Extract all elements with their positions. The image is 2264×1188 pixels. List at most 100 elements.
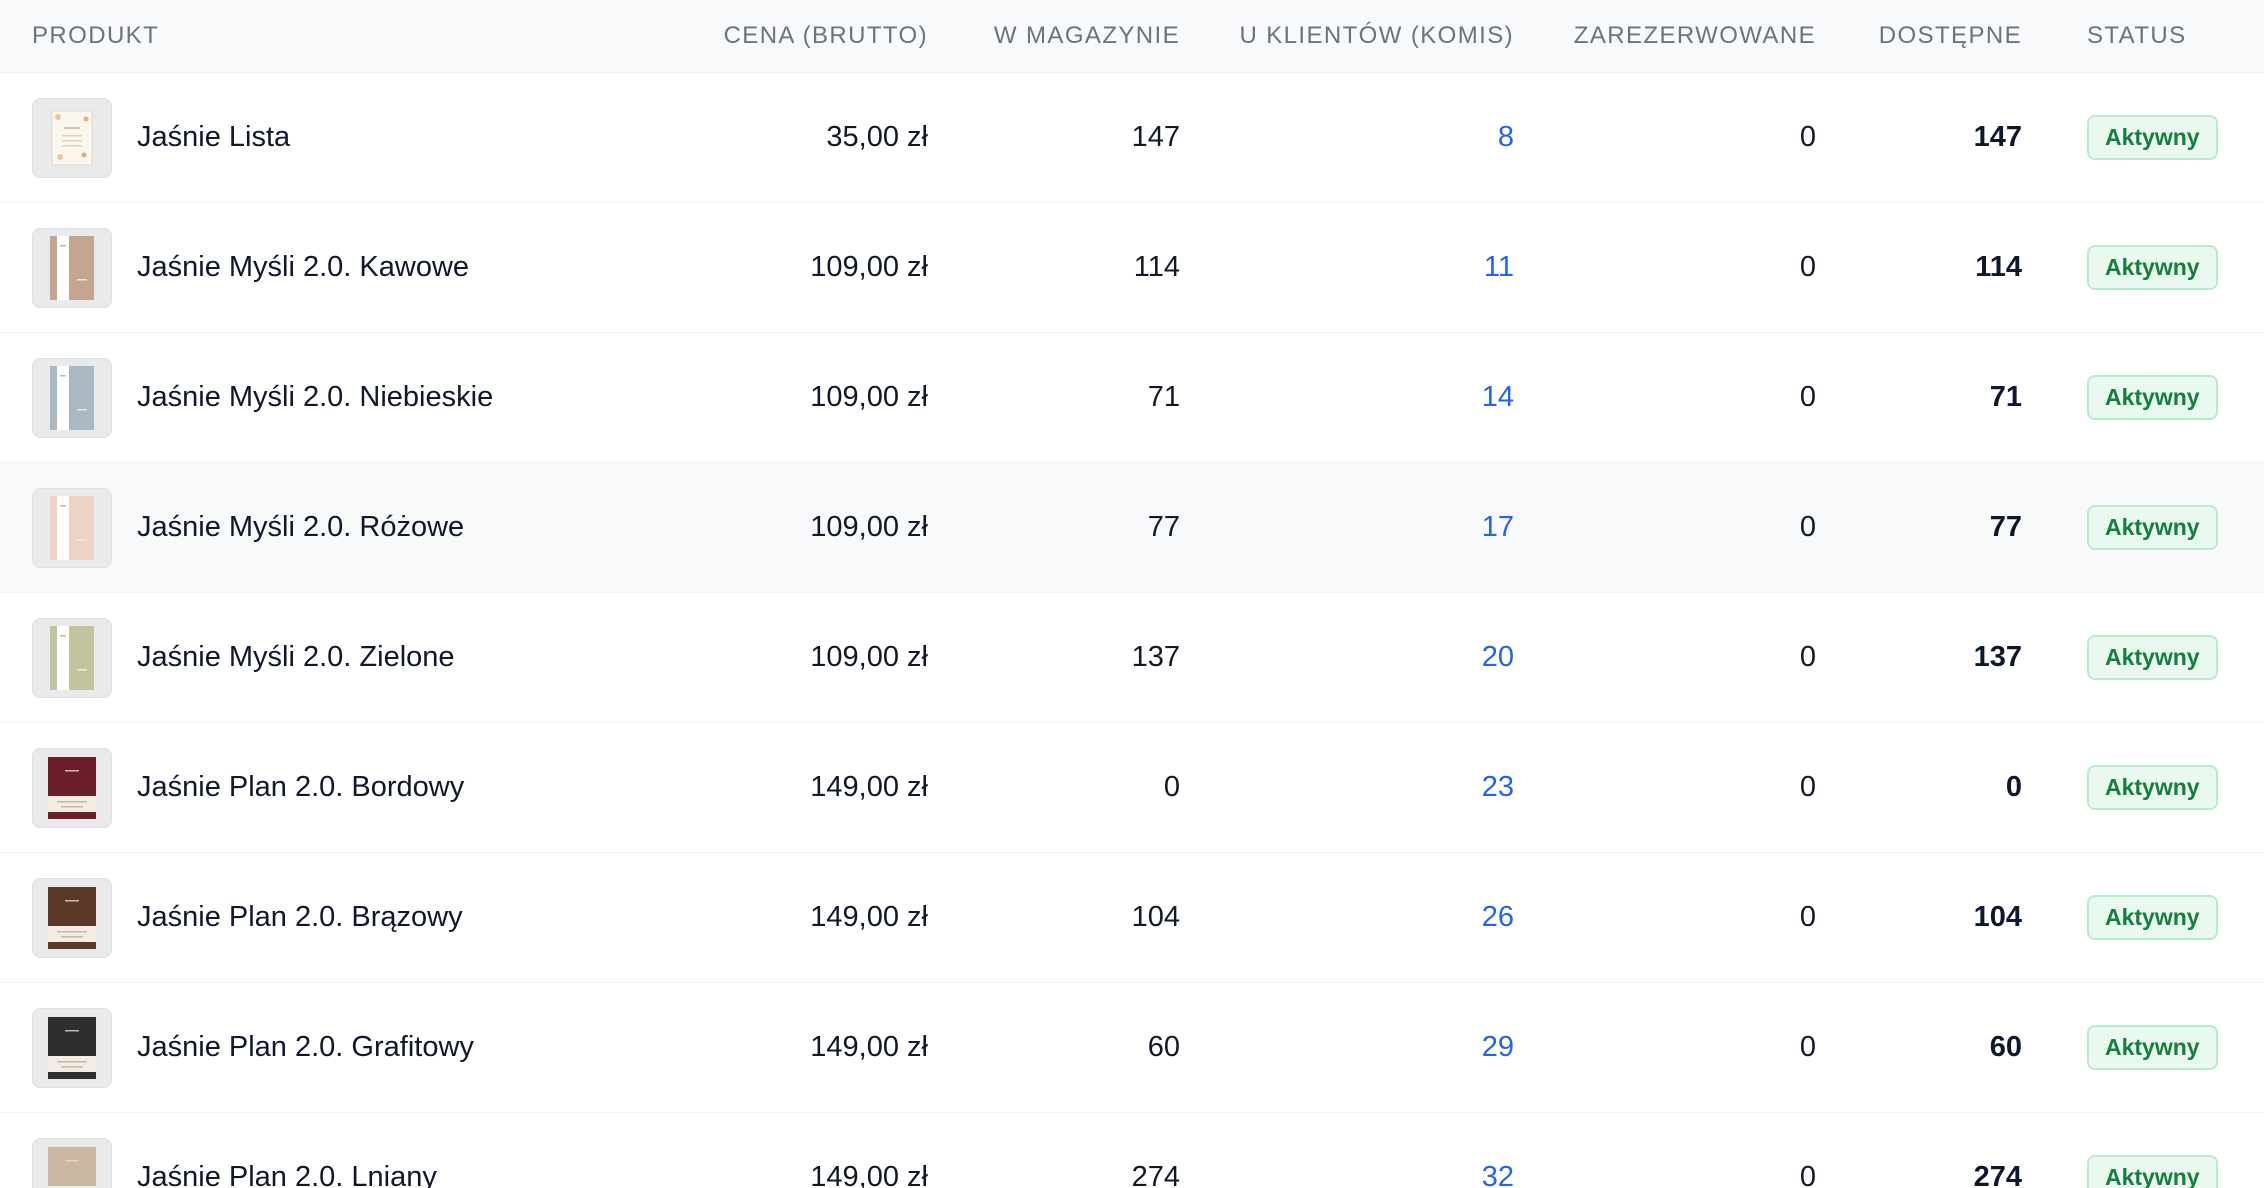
- price-cell: 149,00 zł: [810, 1031, 928, 1063]
- table-row[interactable]: Jaśnie Myśli 2.0. Różowe 109,00 zł 77 17 0 77…: [0, 463, 2264, 593]
- consignment-link[interactable]: 23: [1180, 771, 1514, 804]
- product-cell: Jaśnie Myśli 2.0. Kawowe: [0, 227, 700, 308]
- available-cell: 147: [1973, 121, 2022, 153]
- status-badge: Aktywny: [2087, 375, 2218, 420]
- price-cell: 109,00 zł: [810, 251, 928, 283]
- price-cell: 109,00 zł: [810, 641, 928, 673]
- available-cell: 77: [1989, 511, 2022, 543]
- status-cell: Aktywny: [2022, 1025, 2218, 1070]
- consignment-link[interactable]: 26: [1180, 901, 1514, 934]
- product-thumbnail[interactable]: [32, 227, 112, 308]
- stock-cell: 114: [1133, 251, 1180, 283]
- product-name[interactable]: Jaśnie Myśli 2.0. Zielone: [137, 641, 455, 674]
- product-name[interactable]: Jaśnie Plan 2.0. Bordowy: [137, 771, 464, 804]
- reserved-cell: 0: [1799, 121, 1816, 153]
- stock-cell: 137: [1131, 641, 1180, 673]
- product-name[interactable]: Jaśnie Lista: [137, 121, 290, 154]
- product-thumbnail[interactable]: [32, 1007, 112, 1088]
- consignment-link[interactable]: 8: [1180, 121, 1514, 154]
- status-cell: Aktywny: [2022, 895, 2218, 940]
- column-header-available[interactable]: DOSTĘPNE: [1816, 22, 2022, 50]
- table-row[interactable]: Jaśnie Plan 2.0. Bordowy 149,00 zł 0 23 0 0 Ak…: [0, 723, 2264, 853]
- column-header-consignment[interactable]: U KLIENTÓW (KOMIS): [1180, 22, 1514, 50]
- product-cell: Jaśnie Lista: [0, 97, 700, 178]
- reserved-cell: 0: [1799, 511, 1816, 543]
- consignment-link[interactable]: 14: [1180, 381, 1514, 414]
- status-badge: Aktywny: [2087, 635, 2218, 680]
- table-row[interactable]: Jaśnie Plan 2.0. Brązowy 149,00 zł 104 26 0 1…: [0, 853, 2264, 983]
- status-cell: Aktywny: [2022, 1155, 2218, 1188]
- price-cell: 149,00 zł: [810, 771, 928, 803]
- stock-cell: 104: [1131, 901, 1180, 933]
- status-badge: Aktywny: [2087, 895, 2218, 940]
- column-header-status[interactable]: STATUS: [2022, 22, 2187, 50]
- reserved-cell: 0: [1799, 901, 1816, 933]
- stock-cell: 60: [1147, 1031, 1180, 1063]
- product-name[interactable]: Jaśnie Plan 2.0. Brązowy: [137, 901, 463, 934]
- stock-cell: 274: [1131, 1161, 1180, 1188]
- consignment-link[interactable]: 11: [1180, 251, 1514, 284]
- column-header-stock[interactable]: W MAGAZYNIE: [928, 22, 1180, 50]
- reserved-cell: 0: [1799, 1161, 1816, 1188]
- product-cell: Jaśnie Myśli 2.0. Różowe: [0, 487, 700, 568]
- product-cell: Jaśnie Plan 2.0. Lniany: [0, 1137, 700, 1188]
- product-cell: Jaśnie Myśli 2.0. Niebieskie: [0, 357, 700, 438]
- product-name[interactable]: Jaśnie Plan 2.0. Grafitowy: [137, 1031, 474, 1064]
- table-row[interactable]: Jaśnie Plan 2.0. Lniany 149,00 zł 274 32 0 27…: [0, 1113, 2264, 1188]
- product-thumbnail[interactable]: [32, 617, 112, 698]
- product-cell: Jaśnie Plan 2.0. Grafitowy: [0, 1007, 700, 1088]
- status-badge: Aktywny: [2087, 115, 2218, 160]
- stock-cell: 0: [1163, 771, 1180, 803]
- status-cell: Aktywny: [2022, 375, 2218, 420]
- product-thumbnail[interactable]: [32, 357, 112, 438]
- reserved-cell: 0: [1799, 381, 1816, 413]
- table-row[interactable]: Jaśnie Myśli 2.0. Zielone 109,00 zł 137 20 0…: [0, 593, 2264, 723]
- product-name[interactable]: Jaśnie Myśli 2.0. Kawowe: [137, 251, 469, 284]
- price-cell: 109,00 zł: [810, 381, 928, 413]
- consignment-link[interactable]: 17: [1180, 511, 1514, 544]
- consignment-link[interactable]: 29: [1180, 1031, 1514, 1064]
- reserved-cell: 0: [1799, 641, 1816, 673]
- table-body: Jaśnie Lista 35,00 zł 147 8 0 147 Aktywny Jaśni…: [0, 73, 2264, 1188]
- consignment-link[interactable]: 32: [1180, 1161, 1514, 1188]
- table-row[interactable]: Jaśnie Myśli 2.0. Kawowe 109,00 zł 114 11 0 1…: [0, 203, 2264, 333]
- reserved-cell: 0: [1799, 1031, 1816, 1063]
- available-cell: 114: [1975, 251, 2022, 283]
- status-cell: Aktywny: [2022, 765, 2218, 810]
- price-cell: 149,00 zł: [810, 1161, 928, 1188]
- column-header-product[interactable]: PRODUKT: [0, 22, 700, 50]
- product-name[interactable]: Jaśnie Myśli 2.0. Różowe: [137, 511, 464, 544]
- product-name[interactable]: Jaśnie Myśli 2.0. Niebieskie: [137, 381, 493, 414]
- product-cell: Jaśnie Myśli 2.0. Zielone: [0, 617, 700, 698]
- table-row[interactable]: Jaśnie Lista 35,00 zł 147 8 0 147 Aktywny: [0, 73, 2264, 203]
- column-header-reserved[interactable]: ZAREZERWOWANE: [1514, 22, 1816, 50]
- product-name[interactable]: Jaśnie Plan 2.0. Lniany: [137, 1161, 437, 1188]
- consignment-link[interactable]: 20: [1180, 641, 1514, 674]
- price-cell: 109,00 zł: [810, 511, 928, 543]
- product-thumbnail[interactable]: [32, 487, 112, 568]
- table-row[interactable]: Jaśnie Plan 2.0. Grafitowy 149,00 zł 60 29 0…: [0, 983, 2264, 1113]
- reserved-cell: 0: [1799, 771, 1816, 803]
- status-badge: Aktywny: [2087, 505, 2218, 550]
- product-thumbnail[interactable]: [32, 877, 112, 958]
- products-table: PRODUKT CENA (BRUTTO) W MAGAZYNIE U KLIE…: [0, 0, 2264, 1188]
- product-cell: Jaśnie Plan 2.0. Bordowy: [0, 747, 700, 828]
- available-cell: 104: [1973, 901, 2022, 933]
- available-cell: 71: [1989, 381, 2022, 413]
- status-cell: Aktywny: [2022, 115, 2218, 160]
- table-header: PRODUKT CENA (BRUTTO) W MAGAZYNIE U KLIE…: [0, 0, 2264, 73]
- product-thumbnail[interactable]: [32, 747, 112, 828]
- status-badge: Aktywny: [2087, 765, 2218, 810]
- status-badge: Aktywny: [2087, 1155, 2218, 1188]
- table-row[interactable]: Jaśnie Myśli 2.0. Niebieskie 109,00 zł 71 1…: [0, 333, 2264, 463]
- column-header-price[interactable]: CENA (BRUTTO): [700, 22, 928, 50]
- stock-cell: 147: [1131, 121, 1180, 153]
- stock-cell: 71: [1147, 381, 1180, 413]
- price-cell: 35,00 zł: [826, 121, 928, 153]
- status-cell: Aktywny: [2022, 245, 2218, 290]
- status-cell: Aktywny: [2022, 635, 2218, 680]
- product-thumbnail[interactable]: [32, 97, 112, 178]
- status-badge: Aktywny: [2087, 245, 2218, 290]
- available-cell: 60: [1989, 1031, 2022, 1063]
- product-thumbnail[interactable]: [32, 1137, 112, 1188]
